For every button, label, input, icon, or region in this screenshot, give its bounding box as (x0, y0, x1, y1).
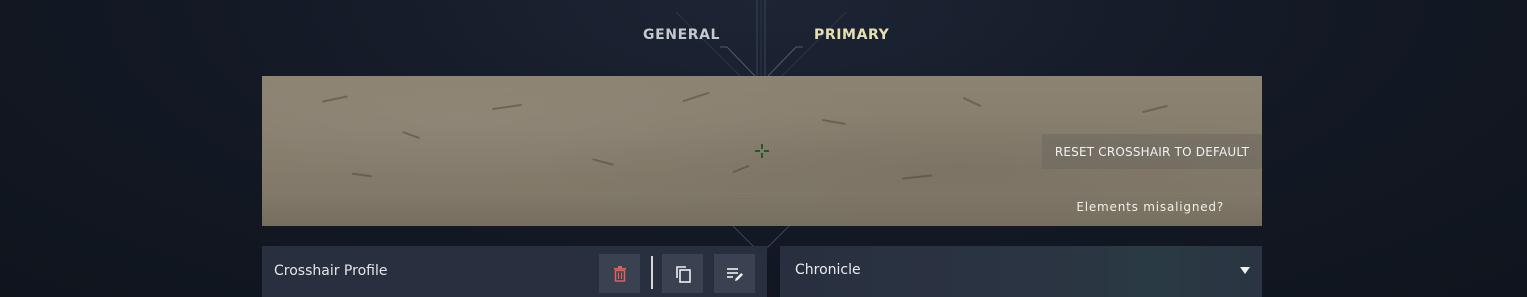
texture-detail (402, 130, 420, 140)
rename-profile-button[interactable] (714, 254, 755, 293)
elements-misaligned-link[interactable]: Elements misaligned? (1076, 200, 1224, 214)
texture-detail (682, 91, 710, 103)
toolbar-divider (651, 256, 653, 289)
texture-detail (351, 172, 373, 178)
tab-general[interactable]: GENERAL (643, 27, 720, 43)
profile-select-value: Chronicle (795, 262, 861, 278)
texture-detail (901, 174, 933, 180)
trash-icon (613, 265, 626, 282)
chevron-down-icon (1240, 267, 1250, 274)
texture-detail (962, 96, 982, 108)
delete-profile-button[interactable] (599, 254, 640, 293)
crosshair-profile-label: Crosshair Profile (274, 263, 388, 279)
profile-select[interactable]: Chronicle (780, 246, 1262, 297)
crosshair-profile-bar: Crosshair Profile (262, 246, 767, 297)
crosshair-preview: RESET CROSSHAIR TO DEFAULT Elements misa… (262, 76, 1262, 226)
texture-detail (1142, 104, 1168, 114)
texture-detail (822, 118, 846, 126)
copy-profile-button[interactable] (662, 254, 703, 293)
copy-icon (675, 265, 691, 283)
texture-detail (492, 103, 522, 111)
texture-detail (322, 95, 348, 103)
texture-detail (732, 164, 750, 174)
tab-primary[interactable]: PRIMARY (814, 27, 889, 43)
edit-list-icon (726, 267, 743, 281)
texture-detail (592, 158, 614, 166)
reset-crosshair-button[interactable]: RESET CROSSHAIR TO DEFAULT (1042, 134, 1262, 169)
crosshair-icon (755, 144, 769, 158)
